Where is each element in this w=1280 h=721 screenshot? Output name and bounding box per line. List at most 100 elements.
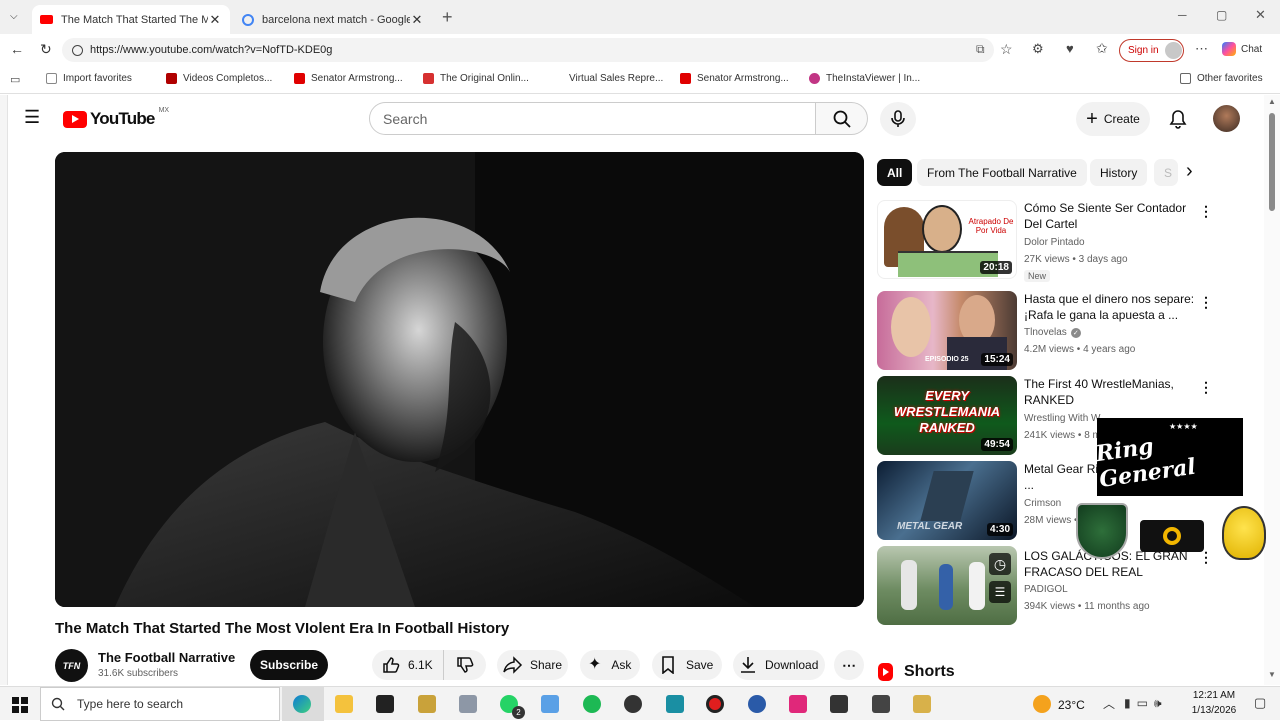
video-player[interactable] — [55, 152, 864, 607]
like-button[interactable]: 6.1K — [372, 650, 444, 680]
more-vertical-icon[interactable]: ⋮ — [1199, 294, 1213, 310]
voice-search-button[interactable] — [880, 102, 916, 136]
app-icon[interactable] — [748, 695, 766, 713]
app-icon[interactable] — [913, 695, 931, 713]
recommendation-title[interactable]: Hasta que el dinero nos separe: ¡Rafa le… — [1024, 291, 1196, 323]
windows-start-icon[interactable] — [12, 697, 28, 713]
channel-avatar[interactable]: TFN — [55, 649, 88, 682]
recommendation-item[interactable]: EPISODIO 25 15:24 Hasta que el dinero no… — [877, 291, 1217, 371]
video-thumbnail[interactable]: EVERY WRESTLEMANIA RANKED 49:54 — [877, 376, 1017, 455]
maximize-icon[interactable]: ▢ — [1216, 8, 1227, 22]
recommendation-title[interactable]: The First 40 WrestleManias, RANKED — [1024, 376, 1196, 408]
share-button[interactable]: Share — [497, 650, 568, 680]
save-button[interactable]: Save — [652, 650, 722, 680]
favorite-star-icon[interactable]: ☆ — [1000, 41, 1013, 58]
bookmark-item[interactable]: The Original Onlin... — [423, 73, 529, 84]
tab-active[interactable]: The Match That Started The Most ✕ — [32, 5, 230, 34]
epic-games-icon[interactable] — [376, 695, 394, 713]
tray-chevron-icon[interactable]: ︿ — [1103, 695, 1115, 712]
more-actions-button[interactable]: ⋯ — [834, 650, 864, 680]
notifications-icon[interactable]: ▢ — [1254, 695, 1266, 711]
recommendation-item[interactable]: ◷ ☰ LOS GALÁCTICOS: EL GRAN FRACASO DEL … — [877, 546, 1217, 626]
close-tab-icon[interactable]: ✕ — [208, 12, 222, 28]
ask-button[interactable]: ✦ Ask — [580, 650, 640, 680]
video-thumbnail[interactable]: Atrapado De Por Vida 20:18 — [877, 200, 1017, 279]
create-button[interactable]: + Create — [1076, 102, 1150, 136]
tab-actions-chevron-icon[interactable]: ⌵ — [10, 11, 18, 22]
refresh-icon[interactable]: ↻ — [40, 41, 52, 58]
chip-from-channel[interactable]: From The Football Narrative — [917, 159, 1087, 186]
channel-name[interactable]: The Football Narrative — [98, 650, 235, 665]
video-thumbnail[interactable]: ◷ ☰ — [877, 546, 1017, 625]
bookmark-item[interactable]: Import favorites — [46, 73, 132, 84]
chip-partial[interactable]: S — [1154, 159, 1178, 186]
more-vertical-icon[interactable]: ⋮ — [1199, 203, 1213, 219]
audio-app-icon[interactable] — [830, 695, 848, 713]
recommendation-channel[interactable]: Crimson — [1024, 498, 1061, 509]
bookmark-item[interactable]: TheInstaViewer | In... — [809, 73, 920, 84]
close-tab-icon[interactable]: ✕ — [410, 12, 424, 28]
app-icon[interactable] — [418, 695, 436, 713]
recommendation-channel[interactable]: Dolor Pintado — [1024, 237, 1085, 248]
favorites-icon[interactable]: ✩ — [1096, 40, 1108, 57]
app-available-icon[interactable]: ⧉ — [976, 42, 985, 57]
recommendation-item[interactable]: Atrapado De Por Vida 20:18 Cómo Se Sient… — [877, 200, 1217, 282]
scroll-down-icon[interactable]: ▼ — [1268, 670, 1276, 679]
app-icon[interactable] — [666, 695, 684, 713]
recommendation-channel[interactable]: Wrestling With W... — [1024, 413, 1108, 424]
site-info-icon[interactable] — [72, 44, 83, 56]
dislike-button[interactable] — [444, 650, 486, 680]
youtube-logo[interactable]: YouTube MX — [63, 107, 169, 129]
app-icon[interactable] — [624, 695, 642, 713]
recommendation-title[interactable]: Cómo Se Siente Ser Contador Del Cartel — [1024, 200, 1196, 232]
url-field[interactable]: https://www.youtube.com/watch?v=NofTD-KD… — [62, 38, 994, 62]
search-button[interactable] — [816, 102, 868, 135]
tiktok-icon[interactable] — [789, 695, 807, 713]
edge-browser-icon[interactable] — [293, 695, 311, 713]
app-icon[interactable] — [459, 695, 477, 713]
back-icon[interactable]: ← — [10, 41, 24, 57]
subscribe-button[interactable]: Subscribe — [250, 650, 328, 680]
recommendation-channel[interactable]: Tlnovelas ✓ — [1024, 327, 1081, 338]
video-thumbnail[interactable]: METAL GEAR 4:30 — [877, 461, 1017, 540]
minimize-icon[interactable]: ─ — [1178, 8, 1187, 22]
app-icon[interactable] — [541, 695, 559, 713]
watch-later-icon[interactable]: ◷ — [989, 553, 1011, 575]
add-to-queue-icon[interactable]: ☰ — [989, 581, 1011, 603]
clock-time[interactable]: 12:21 AM — [1188, 690, 1240, 701]
taskbar-search-input[interactable]: Type here to search — [40, 687, 280, 721]
chips-next-chevron-icon[interactable]: › — [1186, 160, 1193, 182]
more-vertical-icon[interactable]: ⋮ — [1199, 379, 1213, 395]
bookmark-item[interactable]: Virtual Sales Repre... — [552, 73, 663, 84]
file-explorer-icon[interactable] — [335, 695, 353, 713]
weather-temp[interactable]: 23°C — [1058, 698, 1085, 712]
new-tab-icon[interactable]: + — [442, 7, 453, 28]
menu-icon[interactable]: ☰ — [24, 108, 40, 126]
extensions-icon[interactable]: ⚙ — [1032, 41, 1044, 57]
chip-all[interactable]: All — [877, 159, 913, 186]
tray-icons[interactable]: ▮▭🕪 — [1124, 696, 1168, 711]
tab-inactive[interactable]: barcelona next match - Google Se ✕ — [234, 5, 432, 34]
recommendation-channel[interactable]: PADIGOL — [1024, 584, 1068, 595]
page-scrollbar[interactable]: ▲ ▼ — [1264, 95, 1280, 685]
app-icon[interactable] — [872, 695, 890, 713]
close-window-icon[interactable]: ✕ — [1255, 7, 1266, 23]
other-favorites[interactable]: Other favorites — [1180, 73, 1263, 84]
video-thumbnail[interactable]: EPISODIO 25 15:24 — [877, 291, 1017, 370]
bookmark-item[interactable]: Senator Armstrong... — [680, 73, 789, 84]
signin-button[interactable]: Sign in — [1119, 39, 1184, 62]
notifications-bell-icon[interactable] — [1169, 109, 1187, 129]
record-icon[interactable] — [706, 695, 724, 713]
more-menu-icon[interactable]: ⋯ — [1195, 41, 1208, 57]
copilot-chat-button[interactable]: Chat — [1222, 42, 1262, 56]
download-button[interactable]: Download — [733, 650, 825, 680]
search-input[interactable]: Search — [369, 102, 816, 135]
spotify-icon[interactable] — [583, 695, 601, 713]
sidebar-toggle-icon[interactable]: ▭ — [10, 73, 20, 86]
chip-history[interactable]: History — [1090, 159, 1148, 186]
account-avatar[interactable] — [1213, 105, 1240, 132]
bookmark-item[interactable]: Videos Completos... — [166, 73, 272, 84]
browser-essentials-icon[interactable]: ♥ — [1066, 41, 1074, 56]
bookmark-item[interactable]: Senator Armstrong... — [294, 73, 403, 84]
clock-date[interactable]: 1/13/2026 — [1188, 705, 1240, 716]
